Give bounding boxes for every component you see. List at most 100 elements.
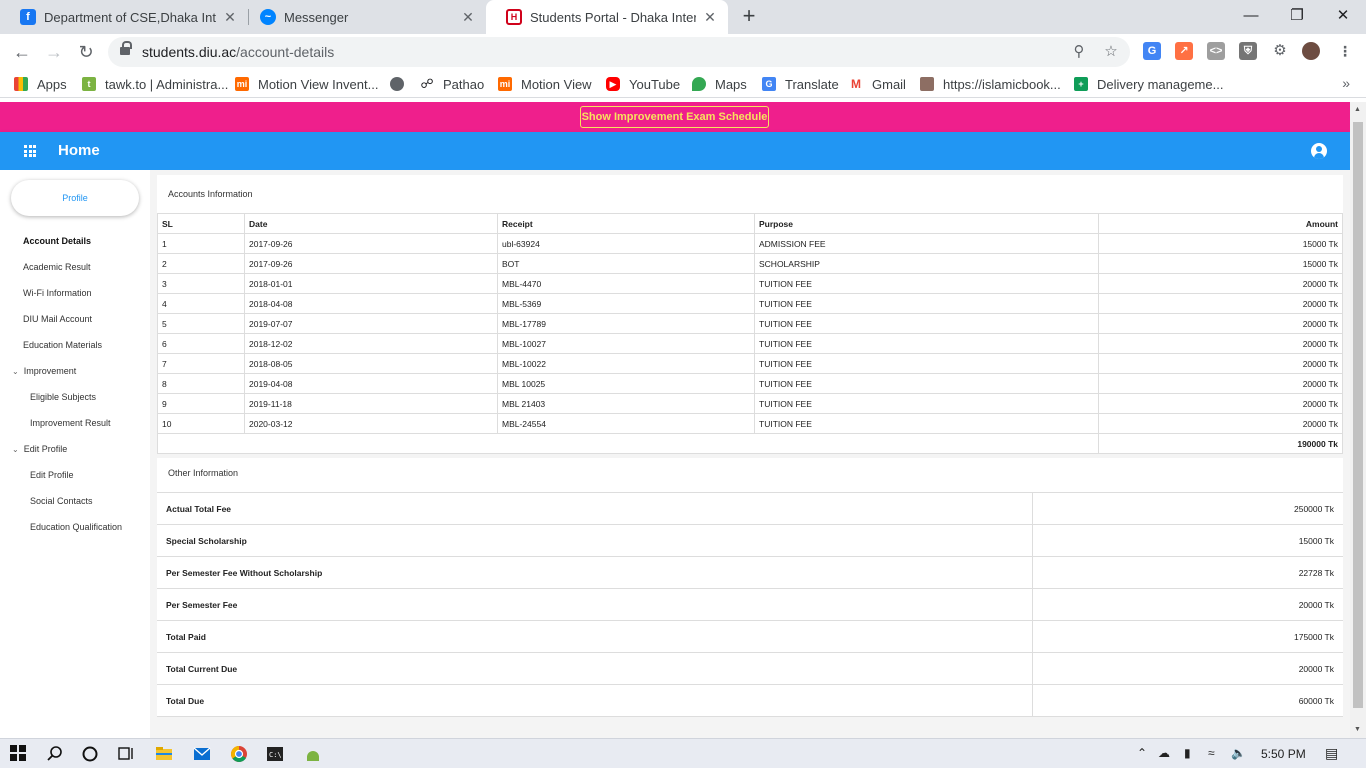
mi-icon: mi: [498, 77, 512, 91]
table-row: 2 2017-09-26 BOT SCHOLARSHIP 15000 Tk: [157, 253, 1343, 274]
volume-icon[interactable]: 🔈: [1231, 746, 1246, 760]
bookmark-motion-view-invent[interactable]: mi Motion View Invent...: [235, 75, 378, 93]
bookmark-delivery-management[interactable]: + Delivery manageme...: [1074, 75, 1223, 93]
bookmark-youtube[interactable]: ▶ YouTube: [606, 75, 680, 93]
close-tab-icon[interactable]: ✕: [222, 9, 238, 26]
code-extension-icon[interactable]: <>: [1207, 42, 1225, 60]
globe-icon: [390, 77, 404, 91]
sidebar-group-improvement[interactable]: ⌄ Improvement: [12, 366, 76, 380]
tab-messenger[interactable]: ~ Messenger ✕: [240, 0, 486, 34]
url-path: /account-details: [236, 44, 335, 60]
bookmark-apps[interactable]: Apps: [14, 75, 67, 93]
file-explorer-icon[interactable]: [155, 745, 173, 763]
extensions-puzzle-icon[interactable]: ⚙: [1271, 42, 1289, 60]
onedrive-cloud-icon[interactable]: ☁: [1158, 746, 1170, 760]
action-center-icon[interactable]: ▤: [1325, 745, 1338, 762]
google-translate-extension-icon[interactable]: G: [1143, 42, 1161, 60]
tab-students-portal[interactable]: H Students Portal - Dhaka Internatio ✕: [486, 0, 728, 34]
close-tab-icon[interactable]: ✕: [460, 9, 476, 26]
windows-start-icon[interactable]: [10, 745, 28, 763]
analytics-extension-icon[interactable]: ↗: [1175, 42, 1193, 60]
mail-icon[interactable]: [193, 745, 211, 763]
info-value: 250000 Tk: [1032, 492, 1343, 525]
apps-menu-icon[interactable]: [24, 145, 36, 157]
forward-button[interactable]: →: [42, 40, 66, 64]
cell-purpose: TUITION FEE: [754, 313, 1099, 334]
restore-button[interactable]: ❐: [1274, 0, 1320, 30]
sidebar-group-edit-profile[interactable]: ⌄ Edit Profile: [12, 444, 67, 458]
cell-receipt: MBL-10027: [497, 333, 755, 354]
sidebar-item-diu-mail-account[interactable]: DIU Mail Account: [23, 314, 92, 328]
show-improvement-exam-schedule-button[interactable]: Show Improvement Exam Schedule: [580, 106, 769, 128]
bookmark-motion-view[interactable]: mi Motion View: [498, 75, 592, 93]
scrollbar-thumb[interactable]: [1353, 122, 1363, 708]
clock-time[interactable]: 5:50 PM: [1261, 747, 1306, 761]
battery-icon[interactable]: ▮: [1184, 746, 1191, 760]
task-view-icon[interactable]: [117, 745, 135, 763]
android-studio-icon[interactable]: [304, 745, 322, 763]
chrome-menu-icon[interactable]: ⋮: [1336, 42, 1354, 60]
scroll-down-arrow-icon[interactable]: ▼: [1354, 726, 1361, 733]
table-row: 8 2019-04-08 MBL 10025 TUITION FEE 20000 Tk: [157, 373, 1343, 394]
cell-amount: 20000 Tk: [1098, 313, 1343, 334]
page-scrollbar[interactable]: ▲ ▼: [1350, 102, 1366, 738]
accounts-information-title: Accounts Information: [168, 189, 253, 199]
sidebar-item-education-qualification[interactable]: Education Qualification: [30, 522, 122, 536]
address-bar[interactable]: students.diu.ac/account-details ⚲ ☆: [108, 37, 1130, 67]
bookmarks-overflow-icon[interactable]: »: [1342, 75, 1350, 91]
cell-amount: 20000 Tk: [1098, 353, 1343, 374]
gmail-icon: M: [849, 77, 863, 91]
close-tab-icon[interactable]: ✕: [702, 9, 718, 26]
chrome-icon[interactable]: [230, 745, 248, 763]
back-button[interactable]: ←: [10, 40, 34, 64]
cell-amount: 20000 Tk: [1098, 333, 1343, 354]
tab-department-cse[interactable]: f Department of CSE,Dhaka Interna ✕: [0, 0, 248, 34]
bookmark-translate[interactable]: G Translate: [762, 75, 839, 93]
command-prompt-icon[interactable]: C:\: [266, 745, 284, 763]
bookmark-gmail[interactable]: M Gmail: [849, 75, 906, 93]
bookmark-label: YouTube: [629, 76, 681, 92]
bookmark-maps[interactable]: Maps: [692, 75, 747, 93]
scroll-up-arrow-icon[interactable]: ▲: [1354, 106, 1361, 113]
sidebar-item-education-materials[interactable]: Education Materials: [23, 340, 102, 354]
sidebar-item-academic-result[interactable]: Academic Result: [23, 262, 91, 276]
cell-date: 2020-03-12: [244, 413, 498, 434]
tab-title: Messenger: [284, 9, 349, 25]
account-circle-icon[interactable]: [1311, 143, 1327, 159]
svg-text:C:\: C:\: [269, 751, 282, 759]
bookmark-star-icon[interactable]: ☆: [1101, 42, 1121, 62]
column-header-sl: SL: [157, 213, 245, 234]
wifi-icon[interactable]: ≈: [1208, 746, 1215, 760]
app-header: Home: [0, 132, 1350, 170]
sidebar-item-edit-profile[interactable]: Edit Profile: [30, 470, 74, 484]
minimize-button[interactable]: —: [1228, 0, 1274, 30]
cortana-icon[interactable]: [81, 745, 99, 763]
zoom-icon[interactable]: ⚲: [1069, 42, 1089, 62]
sidebar-item-improvement-result[interactable]: Improvement Result: [30, 418, 111, 432]
home-title[interactable]: Home: [58, 142, 100, 159]
sidebar-item-social-contacts[interactable]: Social Contacts: [30, 496, 93, 510]
lock-icon[interactable]: [120, 41, 132, 57]
table-row: 5 2019-07-07 MBL-17789 TUITION FEE 20000 Tk: [157, 313, 1343, 334]
cell-receipt: MBL-5369: [497, 293, 755, 314]
profile-button[interactable]: Profile: [11, 180, 139, 216]
sidebar-item-eligible-subjects[interactable]: Eligible Subjects: [30, 392, 96, 406]
info-row: Per Semester Fee 20000 Tk: [157, 588, 1343, 621]
cell-receipt: MBL-17789: [497, 313, 755, 334]
bookmark-tawk[interactable]: t tawk.to | Administra...: [82, 75, 228, 93]
shield-extension-icon[interactable]: ⛨: [1239, 42, 1257, 60]
bookmark-label: Motion View: [521, 76, 592, 92]
new-tab-button[interactable]: +: [738, 5, 760, 27]
bookmark-pathao[interactable]: ☍ Pathao: [420, 75, 484, 93]
show-hidden-icons-chevron-icon[interactable]: ⌃: [1137, 746, 1147, 760]
profile-avatar-icon[interactable]: [1302, 42, 1320, 60]
close-window-button[interactable]: ✕: [1320, 0, 1366, 30]
sidebar-item-account-details[interactable]: Account Details: [23, 236, 91, 250]
bookmark-globe[interactable]: [390, 75, 413, 93]
cell-amount: 20000 Tk: [1098, 413, 1343, 434]
search-icon[interactable]: [46, 745, 64, 763]
bookmark-islamicbook[interactable]: https://islamicbook...: [920, 75, 1061, 93]
sidebar-item-wifi-information[interactable]: Wi-Fi Information: [23, 288, 92, 302]
info-row: Total Paid 175000 Tk: [157, 620, 1343, 653]
reload-button[interactable]: ↻: [74, 40, 98, 64]
